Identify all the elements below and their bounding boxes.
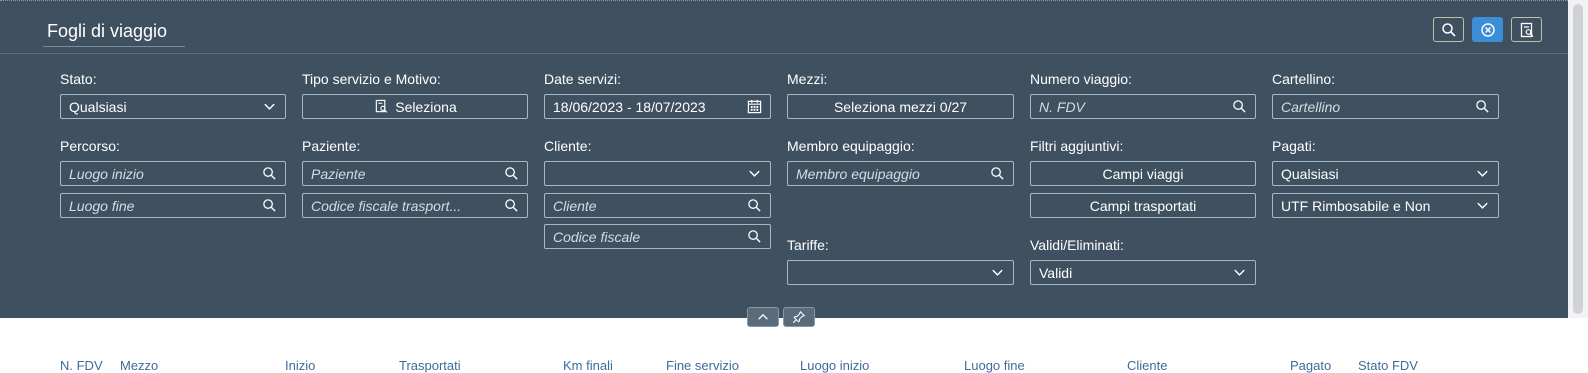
pagati-select[interactable]: Qualsiasi bbox=[1272, 161, 1499, 186]
codice-fiscale-placeholder: Codice fiscale bbox=[553, 228, 641, 245]
numero-viaggio-label: Numero viaggio: bbox=[1030, 71, 1132, 87]
search-icon[interactable] bbox=[261, 198, 277, 214]
search-icon[interactable] bbox=[503, 198, 519, 214]
header-bar: Fogli di viaggio bbox=[0, 0, 1568, 54]
campi-viaggi-button[interactable]: Campi viaggi bbox=[1030, 161, 1256, 186]
pagati-label: Pagati: bbox=[1272, 138, 1316, 154]
cliente-input[interactable]: Cliente bbox=[544, 193, 771, 218]
pin-icon bbox=[792, 310, 806, 324]
pagati-value: Qualsiasi bbox=[1281, 165, 1339, 182]
paziente-label: Paziente: bbox=[302, 138, 361, 154]
membro-equipaggio-input[interactable]: Membro equipaggio bbox=[787, 161, 1014, 186]
calendar-icon[interactable] bbox=[746, 99, 762, 115]
validi-eliminati-value: Validi bbox=[1039, 264, 1073, 281]
stato-select[interactable]: Qualsiasi bbox=[60, 94, 286, 119]
search-icon[interactable] bbox=[746, 198, 762, 214]
numero-viaggio-placeholder: N. FDV bbox=[1039, 98, 1085, 115]
search-icon[interactable] bbox=[261, 166, 277, 182]
cliente-select[interactable] bbox=[544, 161, 771, 186]
filtri-aggiuntivi-label: Filtri aggiuntivi: bbox=[1030, 138, 1124, 154]
tipo-servizio-button[interactable]: Seleziona bbox=[302, 94, 528, 119]
chevron-down-icon bbox=[261, 99, 277, 115]
validi-eliminati-select[interactable]: Validi bbox=[1030, 260, 1256, 285]
search-button[interactable] bbox=[1433, 17, 1464, 42]
chevron-down-icon bbox=[1474, 166, 1490, 182]
chevron-down-icon bbox=[1231, 265, 1247, 281]
rimborsabile-value: UTF Rimbosabile e Non bbox=[1281, 197, 1431, 214]
rimborsabile-select[interactable]: UTF Rimbosabile e Non bbox=[1272, 193, 1499, 218]
search-icon[interactable] bbox=[1474, 99, 1490, 115]
vertical-scrollbar[interactable] bbox=[1568, 0, 1588, 318]
cliente-label: Cliente: bbox=[544, 138, 592, 154]
campi-trasportati-button[interactable]: Campi trasportati bbox=[1030, 193, 1256, 218]
page-title: Fogli di viaggio bbox=[43, 13, 185, 47]
clear-filter-icon bbox=[1480, 22, 1495, 37]
cliente-placeholder: Cliente bbox=[553, 197, 597, 214]
seleziona-mezzi-label: Seleziona mezzi 0/27 bbox=[833, 98, 968, 115]
tariffe-label: Tariffe: bbox=[787, 237, 829, 253]
paziente-placeholder: Paziente bbox=[311, 165, 366, 182]
membro-equipaggio-placeholder: Membro equipaggio bbox=[796, 165, 920, 182]
campi-viaggi-label: Campi viaggi bbox=[1102, 165, 1184, 182]
campi-trasportati-label: Campi trasportati bbox=[1089, 197, 1197, 214]
luogo-inizio-input[interactable]: Luogo inizio bbox=[60, 161, 286, 186]
numero-viaggio-input[interactable]: N. FDV bbox=[1030, 94, 1256, 119]
stato-value: Qualsiasi bbox=[69, 98, 127, 115]
validi-eliminati-label: Validi/Eliminati: bbox=[1030, 237, 1124, 253]
codice-fiscale-input[interactable]: Codice fiscale bbox=[544, 224, 771, 249]
codice-fiscale-trasportato-placeholder: Codice fiscale trasport... bbox=[311, 197, 462, 214]
cartellino-label: Cartellino: bbox=[1272, 71, 1336, 87]
cartellino-input[interactable]: Cartellino bbox=[1272, 94, 1499, 119]
clear-filters-button[interactable] bbox=[1472, 17, 1503, 42]
luogo-fine-placeholder: Luogo fine bbox=[69, 197, 135, 214]
tariffe-select[interactable] bbox=[787, 260, 1014, 285]
percorso-label: Percorso: bbox=[60, 138, 120, 154]
pin-filters-button[interactable] bbox=[783, 307, 815, 327]
tipo-servizio-label: Tipo servizio e Motivo: bbox=[302, 71, 441, 87]
report-button[interactable] bbox=[1511, 17, 1542, 42]
chevron-up-icon bbox=[758, 313, 768, 320]
search-icon[interactable] bbox=[746, 229, 762, 245]
scrollbar-thumb[interactable] bbox=[1573, 4, 1583, 314]
chevron-down-icon bbox=[1474, 198, 1490, 214]
report-icon bbox=[1520, 22, 1533, 37]
paziente-input[interactable]: Paziente bbox=[302, 161, 528, 186]
tipo-servizio-button-label: Seleziona bbox=[395, 98, 457, 115]
collapse-filters-button[interactable] bbox=[747, 307, 779, 327]
select-list-icon bbox=[373, 99, 389, 115]
toolbar bbox=[1433, 17, 1542, 42]
stato-label: Stato: bbox=[60, 71, 97, 87]
cartellino-placeholder: Cartellino bbox=[1281, 98, 1341, 115]
chevron-down-icon bbox=[989, 265, 1005, 281]
chevron-down-icon bbox=[746, 166, 762, 182]
membro-equipaggio-label: Membro equipaggio: bbox=[787, 138, 915, 154]
search-icon[interactable] bbox=[1231, 99, 1247, 115]
date-range-input[interactable]: 18/06/2023 - 18/07/2023 bbox=[544, 94, 771, 119]
filter-bar-controls bbox=[747, 307, 815, 327]
search-icon[interactable] bbox=[989, 166, 1005, 182]
codice-fiscale-trasportato-input[interactable]: Codice fiscale trasport... bbox=[302, 193, 528, 218]
date-range-value: 18/06/2023 - 18/07/2023 bbox=[553, 98, 706, 115]
mezzi-label: Mezzi: bbox=[787, 71, 828, 87]
date-servizi-label: Date servizi: bbox=[544, 71, 622, 87]
search-icon[interactable] bbox=[503, 166, 519, 182]
seleziona-mezzi-button[interactable]: Seleziona mezzi 0/27 bbox=[787, 94, 1014, 119]
search-icon bbox=[1441, 22, 1456, 37]
luogo-inizio-placeholder: Luogo inizio bbox=[69, 165, 144, 182]
luogo-fine-input[interactable]: Luogo fine bbox=[60, 193, 286, 218]
